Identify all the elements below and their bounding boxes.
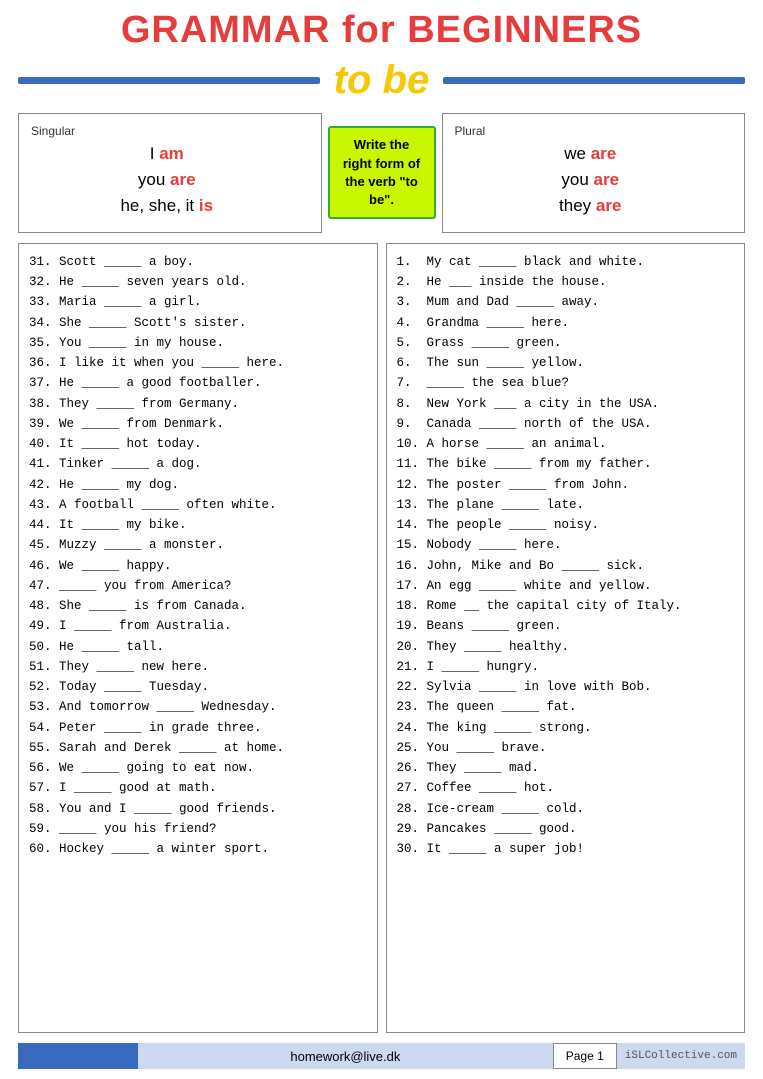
list-item: 48. She _____ is from Canada. (29, 596, 367, 616)
singular-line-1: I am (31, 144, 303, 164)
list-item: 60. Hockey _____ a winter sport. (29, 839, 367, 859)
list-item: 20. They _____ healthy. (397, 637, 735, 657)
verb-are-1: are (170, 170, 196, 189)
singular-line-3: he, she, it is (31, 196, 303, 216)
list-item: 32. He _____ seven years old. (29, 272, 367, 292)
list-item: 38. They _____ from Germany. (29, 394, 367, 414)
list-item: 43. A football _____ often white. (29, 495, 367, 515)
list-item: 46. We _____ happy. (29, 556, 367, 576)
instruction-card: Write the right form of the verb "to be"… (328, 126, 436, 219)
list-item: 26. They _____ mad. (397, 758, 735, 778)
list-item: 36. I like it when you _____ here. (29, 353, 367, 373)
list-item: 4. Grandma _____ here. (397, 313, 735, 333)
list-item: 50. He _____ tall. (29, 637, 367, 657)
list-item: 34. She _____ Scott's sister. (29, 313, 367, 333)
list-item: 21. I _____ hungry. (397, 657, 735, 677)
list-item: 33. Maria _____ a girl. (29, 292, 367, 312)
list-item: 1. My cat _____ black and white. (397, 252, 735, 272)
list-item: 17. An egg _____ white and yellow. (397, 576, 735, 596)
list-item: 30. It _____ a super job! (397, 839, 735, 859)
footer-page: Page 1 (553, 1043, 617, 1069)
list-item: 53. And tomorrow _____ Wednesday. (29, 697, 367, 717)
list-item: 19. Beans _____ green. (397, 616, 735, 636)
plural-line-2: you are (455, 170, 727, 190)
list-item: 22. Sylvia _____ in love with Bob. (397, 677, 735, 697)
list-item: 5. Grass _____ green. (397, 333, 735, 353)
list-item: 14. The people _____ noisy. (397, 515, 735, 535)
plural-line-3: they are (455, 196, 727, 216)
list-item: 42. He _____ my dog. (29, 475, 367, 495)
list-item: 25. You _____ brave. (397, 738, 735, 758)
list-item: 58. You and I _____ good friends. (29, 799, 367, 819)
list-item: 54. Peter _____ in grade three. (29, 718, 367, 738)
title-sub: to be (328, 58, 436, 103)
list-item: 45. Muzzy _____ a monster. (29, 535, 367, 555)
footer-logo: iSLCollective.com (617, 1043, 745, 1069)
plural-line-1: we are (455, 144, 727, 164)
middle-box: Write the right form of the verb "to be"… (322, 113, 442, 233)
list-item: 40. It _____ hot today. (29, 434, 367, 454)
list-item: 28. Ice-cream _____ cold. (397, 799, 735, 819)
title-area: GRAMMAR for BEGINNERS (18, 10, 745, 52)
list-item: 55. Sarah and Derek _____ at home. (29, 738, 367, 758)
list-item: 11. The bike _____ from my father. (397, 454, 735, 474)
list-item: 2. He ___ inside the house. (397, 272, 735, 292)
list-item: 3. Mum and Dad _____ away. (397, 292, 735, 312)
verb-are-3: are (594, 170, 620, 189)
list-item: 9. Canada _____ north of the USA. (397, 414, 735, 434)
blue-line-left (18, 77, 320, 84)
list-item: 13. The plane _____ late. (397, 495, 735, 515)
list-item: 35. You _____ in my house. (29, 333, 367, 353)
list-item: 41. Tinker _____ a dog. (29, 454, 367, 474)
plural-label: Plural (455, 124, 727, 138)
list-item: 52. Today _____ Tuesday. (29, 677, 367, 697)
instruction-text: Write the right form of the verb "to be"… (343, 137, 420, 207)
left-exercise-col: 31. Scott _____ a boy.32. He _____ seven… (18, 243, 378, 1033)
list-item: 49. I _____ from Australia. (29, 616, 367, 636)
blue-line-right (443, 77, 745, 84)
title-line-row: to be (18, 58, 745, 103)
verb-are-2: are (591, 144, 617, 163)
list-item: 56. We _____ going to eat now. (29, 758, 367, 778)
footer-email: homework@live.dk (138, 1043, 553, 1069)
verb-are-4: are (596, 196, 622, 215)
list-item: 59. _____ you his friend? (29, 819, 367, 839)
list-item: 8. New York ___ a city in the USA. (397, 394, 735, 414)
list-item: 51. They _____ new here. (29, 657, 367, 677)
title-main: GRAMMAR for BEGINNERS (18, 10, 745, 52)
list-item: 44. It _____ my bike. (29, 515, 367, 535)
grammar-section: Singular I am you are he, she, it is Wri… (18, 113, 745, 233)
plural-box: Plural we are you are they are (442, 113, 746, 233)
list-item: 15. Nobody _____ here. (397, 535, 735, 555)
singular-label: Singular (31, 124, 303, 138)
singular-line-2: you are (31, 170, 303, 190)
list-item: 31. Scott _____ a boy. (29, 252, 367, 272)
list-item: 6. The sun _____ yellow. (397, 353, 735, 373)
singular-box: Singular I am you are he, she, it is (18, 113, 322, 233)
list-item: 16. John, Mike and Bo _____ sick. (397, 556, 735, 576)
list-item: 10. A horse _____ an animal. (397, 434, 735, 454)
list-item: 39. We _____ from Denmark. (29, 414, 367, 434)
verb-is: is (199, 196, 213, 215)
list-item: 57. I _____ good at math. (29, 778, 367, 798)
list-item: 47. _____ you from America? (29, 576, 367, 596)
page: GRAMMAR for BEGINNERS to be Singular I a… (0, 0, 763, 1079)
list-item: 29. Pancakes _____ good. (397, 819, 735, 839)
exercises-row: 31. Scott _____ a boy.32. He _____ seven… (18, 243, 745, 1033)
verb-am: am (159, 144, 184, 163)
list-item: 7. _____ the sea blue? (397, 373, 735, 393)
list-item: 27. Coffee _____ hot. (397, 778, 735, 798)
footer: homework@live.dk Page 1 iSLCollective.co… (18, 1043, 745, 1069)
list-item: 18. Rome __ the capital city of Italy. (397, 596, 735, 616)
list-item: 23. The queen _____ fat. (397, 697, 735, 717)
right-exercise-col: 1. My cat _____ black and white.2. He __… (386, 243, 746, 1033)
footer-left-bar (18, 1043, 138, 1069)
list-item: 24. The king _____ strong. (397, 718, 735, 738)
list-item: 12. The poster _____ from John. (397, 475, 735, 495)
list-item: 37. He _____ a good footballer. (29, 373, 367, 393)
